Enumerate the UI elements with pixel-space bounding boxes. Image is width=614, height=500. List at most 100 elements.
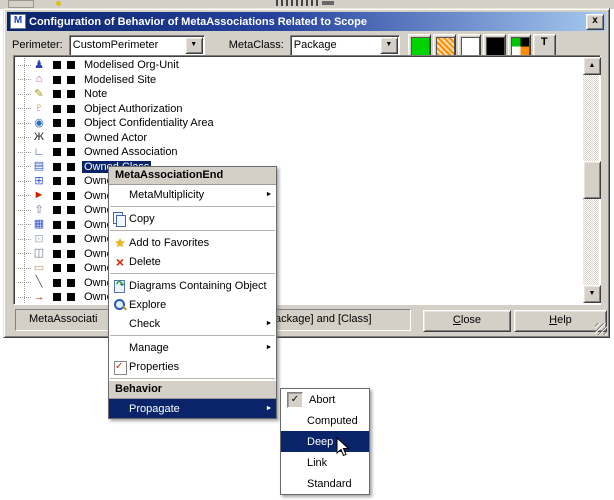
state-square[interactable] xyxy=(67,163,75,171)
state-square[interactable] xyxy=(53,148,61,156)
state-square[interactable] xyxy=(53,134,61,142)
state-square[interactable] xyxy=(67,264,75,272)
state-square[interactable] xyxy=(67,119,75,127)
tree-row[interactable]: ⊡Owned xyxy=(16,232,582,247)
state-square[interactable] xyxy=(53,293,61,301)
orange-hatch-swatch-button[interactable] xyxy=(433,34,456,57)
metaclass-combobox[interactable]: Package ▼ xyxy=(290,35,400,56)
help-button[interactable]: Help xyxy=(514,310,607,332)
state-square[interactable] xyxy=(67,235,75,243)
state-square[interactable] xyxy=(67,134,75,142)
state-square[interactable] xyxy=(53,90,61,98)
tree-row[interactable]: ⌂Modelised Site xyxy=(16,73,582,88)
state-square[interactable] xyxy=(67,105,75,113)
chevron-down-icon[interactable]: ▼ xyxy=(380,37,398,54)
menu-item-diagrams-containing-object[interactable]: ↷Diagrams Containing Object xyxy=(109,276,276,295)
menu-item-properties[interactable]: ✓Properties xyxy=(109,357,276,376)
submenu-item-label: Abort xyxy=(309,394,335,406)
menu-item-check[interactable]: Check► xyxy=(109,314,276,333)
menu-item-propagate[interactable]: Propagate► xyxy=(109,399,276,418)
text-mode-icon: T xyxy=(536,37,553,54)
state-square[interactable] xyxy=(53,192,61,200)
tree-connector xyxy=(18,94,31,95)
menu-separator xyxy=(110,378,275,379)
menu-item-explore[interactable]: Explore xyxy=(109,295,276,314)
state-square[interactable] xyxy=(67,61,75,69)
state-square[interactable] xyxy=(53,76,61,84)
close-button[interactable]: Close xyxy=(423,310,511,332)
tree-row[interactable]: ▭Owned xyxy=(16,261,582,276)
submenu-arrow-icon: ► xyxy=(262,405,276,412)
menu-item-metamultiplicity[interactable]: MetaMultiplicity► xyxy=(109,185,276,204)
state-square[interactable] xyxy=(67,90,75,98)
menu-item-manage[interactable]: Manage► xyxy=(109,338,276,357)
state-square[interactable] xyxy=(53,206,61,214)
tree-row[interactable]: ◫Owned xyxy=(16,247,582,262)
resize-grip[interactable] xyxy=(595,323,607,335)
state-square[interactable] xyxy=(67,293,75,301)
menu-item-delete[interactable]: ×Delete xyxy=(109,252,276,271)
check-spacer xyxy=(287,456,301,470)
tree-row[interactable]: ╲Owned xyxy=(16,276,582,291)
menu-item-add-to-favorites[interactable]: ★Add to Favorites xyxy=(109,233,276,252)
state-square[interactable] xyxy=(67,76,75,84)
scrollbar-thumb[interactable] xyxy=(583,161,601,199)
state-square[interactable] xyxy=(53,279,61,287)
state-square[interactable] xyxy=(53,250,61,258)
vertical-scrollbar[interactable]: ▲ ▼ xyxy=(583,57,599,303)
state-square[interactable] xyxy=(67,279,75,287)
menu-item-label: Check xyxy=(129,318,262,330)
package-icon: ◫ xyxy=(31,247,47,260)
menu-item-label: Properties xyxy=(129,361,262,373)
white-swatch-button[interactable] xyxy=(458,34,481,57)
chevron-down-icon[interactable]: ▼ xyxy=(185,37,203,54)
state-square[interactable] xyxy=(53,235,61,243)
app-icon: M xyxy=(10,14,26,29)
perimeter-combobox[interactable]: CustomPerimeter ▼ xyxy=(69,35,205,56)
tree-row[interactable]: ♟Modelised Org-Unit xyxy=(16,58,582,73)
state-square[interactable] xyxy=(53,105,61,113)
state-square[interactable] xyxy=(67,148,75,156)
menu-item-label: Explore xyxy=(129,299,262,311)
state-square[interactable] xyxy=(53,264,61,272)
green-swatch-button[interactable] xyxy=(408,34,431,57)
state-square[interactable] xyxy=(67,250,75,258)
interface-icon: ▦ xyxy=(31,218,47,231)
context-menu: MetaAssociationEndMetaMultiplicity►Copy★… xyxy=(108,166,277,419)
site-icon: ⌂ xyxy=(31,73,47,86)
tree-row[interactable]: ✎Note xyxy=(16,87,582,102)
submenu-item-standard[interactable]: Standard xyxy=(281,473,369,494)
state-square[interactable] xyxy=(53,221,61,229)
tree-row[interactable]: ►Owned xyxy=(16,189,582,204)
tree-row[interactable]: ⇧Owned xyxy=(16,203,582,218)
title-bar[interactable]: M Configuration of Behavior of MetaAssoc… xyxy=(7,12,606,31)
state-square[interactable] xyxy=(53,119,61,127)
tree-row[interactable]: ◉Object Confidentiality Area xyxy=(16,116,582,131)
tree-row[interactable]: →Owned xyxy=(16,290,582,303)
tree-row[interactable]: ⊞Owned xyxy=(16,174,582,189)
tree-row[interactable]: ▤Owned Class xyxy=(16,160,582,175)
state-square[interactable] xyxy=(53,163,61,171)
tree-row[interactable]: ♇Object Authorization xyxy=(16,102,582,117)
mixed-swatch-button[interactable] xyxy=(508,34,531,57)
tree-row[interactable]: ЖOwned Actor xyxy=(16,131,582,146)
scroll-down-icon[interactable]: ▼ xyxy=(583,285,601,303)
tree-row[interactable]: ▦Owned xyxy=(16,218,582,233)
close-icon[interactable]: x xyxy=(586,14,604,30)
state-square[interactable] xyxy=(67,177,75,185)
tree-connector xyxy=(18,210,31,211)
text-mode-button[interactable]: T xyxy=(533,34,556,57)
tree-row[interactable]: ∟Owned Association xyxy=(16,145,582,160)
black-swatch-button[interactable] xyxy=(483,34,506,57)
submenu-item-abort[interactable]: ✓Abort xyxy=(281,389,369,410)
state-square[interactable] xyxy=(67,192,75,200)
state-square[interactable] xyxy=(67,221,75,229)
submenu-item-link[interactable]: Link xyxy=(281,452,369,473)
menu-item-copy[interactable]: Copy xyxy=(109,209,276,228)
submenu-item-computed[interactable]: Computed xyxy=(281,410,369,431)
scroll-up-icon[interactable]: ▲ xyxy=(583,57,601,75)
state-square[interactable] xyxy=(53,177,61,185)
submenu-item-deep[interactable]: Deep xyxy=(281,431,369,452)
state-square[interactable] xyxy=(67,206,75,214)
state-square[interactable] xyxy=(53,61,61,69)
